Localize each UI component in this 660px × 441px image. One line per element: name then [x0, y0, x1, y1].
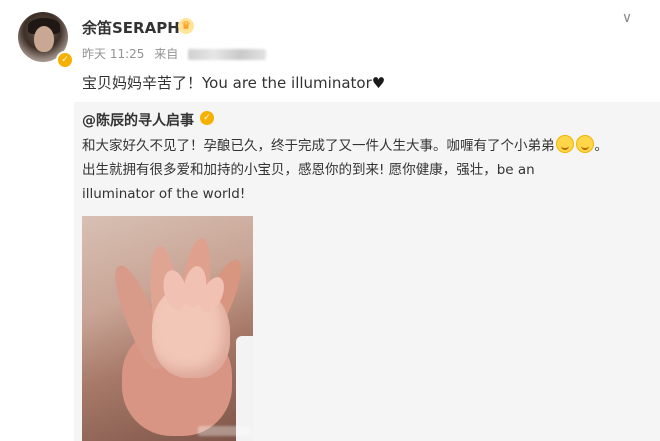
- heart-icon: ♥: [371, 74, 386, 92]
- repost-line-1: 和大家好久不见了！孕酿已久，终于完成了又一件人生大事。咖喱有了个小弟弟 。: [82, 134, 642, 158]
- image-watermark: [198, 426, 250, 436]
- weibo-post: ✓ 余笛SERAPH ♛ 昨天 11:25 来自 ∨ 宝贝妈妈辛苦了！You a…: [0, 0, 660, 441]
- source-device-blurred: [188, 49, 267, 60]
- post-text: 宝贝妈妈辛苦了！You are the illuminator♥: [82, 72, 385, 93]
- repost-line-3: illuminator of the world!: [82, 186, 246, 202]
- post-image-hands-and-baby-hand[interactable]: [82, 216, 253, 441]
- post-time[interactable]: 昨天 11:25: [82, 47, 144, 61]
- repost-username[interactable]: @陈辰的寻人启事: [82, 110, 194, 130]
- shy-face-emoji-icon: [575, 135, 594, 153]
- repost-line-2: 出生就拥有很多爱和加持的小宝贝，感恩你的到来! 愿你健康，强壮，be an: [82, 162, 535, 178]
- chevron-down-icon[interactable]: ∨: [619, 10, 635, 26]
- repost-line-1-text: 和大家好久不见了！孕酿已久，终于完成了又一件人生大事。咖喱有了个小弟弟: [82, 138, 555, 154]
- repost-verified-icon: ✓: [200, 111, 214, 125]
- source-prefix: 来自: [154, 47, 179, 61]
- member-crown-icon[interactable]: ♛: [178, 18, 194, 34]
- post-meta: 昨天 11:25 来自: [82, 45, 272, 62]
- avatar-face: [34, 26, 54, 52]
- verified-badge-icon: ✓: [56, 51, 74, 69]
- reposted-content[interactable]: @陈辰的寻人启事 ✓ 和大家好久不见了！孕酿已久，终于完成了又一件人生大事。咖喱…: [74, 102, 660, 441]
- repost-line-1-end: 。: [594, 138, 609, 154]
- post-text-content: 宝贝妈妈辛苦了！You are the illuminator: [82, 74, 372, 92]
- username[interactable]: 余笛SERAPH: [82, 17, 180, 38]
- repost-text: 和大家好久不见了！孕酿已久，终于完成了又一件人生大事。咖喱有了个小弟弟 。 出生就…: [82, 134, 642, 206]
- shy-face-emoji-icon: [555, 135, 574, 153]
